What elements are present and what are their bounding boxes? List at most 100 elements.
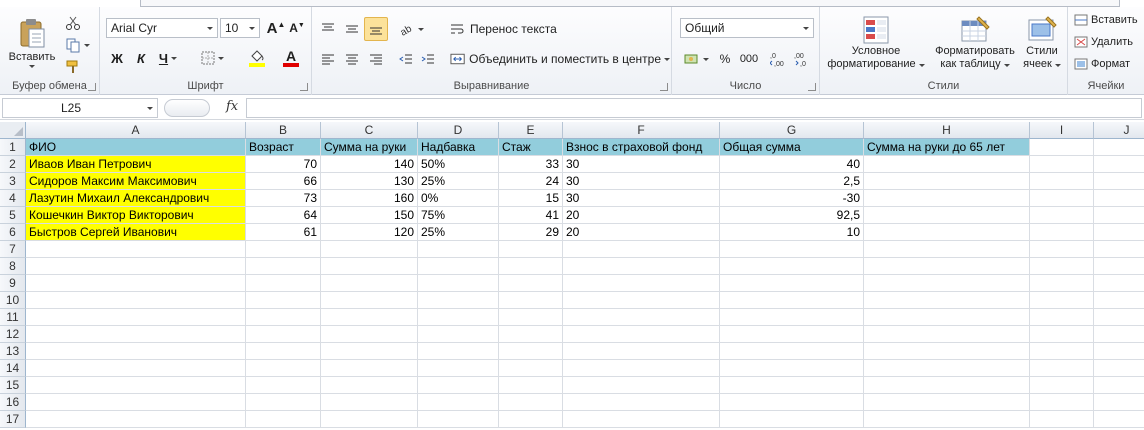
- formula-input[interactable]: [246, 98, 1142, 118]
- cell-a15[interactable]: [26, 377, 246, 394]
- column-header-c[interactable]: C: [321, 122, 418, 139]
- cell-b2[interactable]: 70: [246, 156, 321, 173]
- cell-i10[interactable]: [1030, 292, 1094, 309]
- percent-button[interactable]: %: [716, 49, 734, 69]
- cell-d6[interactable]: 25%: [418, 224, 499, 241]
- cell-i6[interactable]: [1030, 224, 1094, 241]
- cell-g2[interactable]: 40: [720, 156, 864, 173]
- cell-e1[interactable]: Стаж: [499, 139, 563, 156]
- row-header-14[interactable]: 14: [0, 360, 26, 377]
- align-right-button[interactable]: [366, 49, 386, 69]
- cell-a1[interactable]: ФИО: [26, 139, 246, 156]
- cell-j9[interactable]: [1094, 275, 1144, 292]
- cell-a4[interactable]: Лазутин Михаил Александрович: [26, 190, 246, 207]
- cell-f6[interactable]: 20: [563, 224, 720, 241]
- cell-b17[interactable]: [246, 411, 321, 428]
- cell-b5[interactable]: 64: [246, 207, 321, 224]
- cell-c13[interactable]: [321, 343, 418, 360]
- align-left-button[interactable]: [318, 49, 338, 69]
- cell-f7[interactable]: [563, 241, 720, 258]
- cell-g6[interactable]: 10: [720, 224, 864, 241]
- cell-g10[interactable]: [720, 292, 864, 309]
- grow-font-button[interactable]: A▲: [266, 19, 286, 37]
- cell-b8[interactable]: [246, 258, 321, 275]
- cell-i11[interactable]: [1030, 309, 1094, 326]
- cell-styles-button[interactable]: Стили ячеек: [1020, 11, 1064, 75]
- clipboard-launcher-icon[interactable]: [88, 83, 96, 91]
- row-header-16[interactable]: 16: [0, 394, 26, 411]
- conditional-formatting-button[interactable]: Условное форматирование: [822, 11, 930, 75]
- cell-f9[interactable]: [563, 275, 720, 292]
- font-name-select[interactable]: Arial Cyr: [106, 18, 218, 38]
- cell-b4[interactable]: 73: [246, 190, 321, 207]
- cell-c2[interactable]: 140: [321, 156, 418, 173]
- cell-h9[interactable]: [864, 275, 1030, 292]
- cell-d11[interactable]: [418, 309, 499, 326]
- cell-c4[interactable]: 160: [321, 190, 418, 207]
- cell-h7[interactable]: [864, 241, 1030, 258]
- cell-e12[interactable]: [499, 326, 563, 343]
- cell-j14[interactable]: [1094, 360, 1144, 377]
- cell-b16[interactable]: [246, 394, 321, 411]
- cell-g16[interactable]: [720, 394, 864, 411]
- cell-h1[interactable]: Сумма на руки до 65 лет: [864, 139, 1030, 156]
- cell-e10[interactable]: [499, 292, 563, 309]
- cell-c3[interactable]: 130: [321, 173, 418, 190]
- cell-c7[interactable]: [321, 241, 418, 258]
- cell-i14[interactable]: [1030, 360, 1094, 377]
- cell-a8[interactable]: [26, 258, 246, 275]
- cell-h12[interactable]: [864, 326, 1030, 343]
- cell-e8[interactable]: [499, 258, 563, 275]
- cell-e9[interactable]: [499, 275, 563, 292]
- cell-f15[interactable]: [563, 377, 720, 394]
- cell-i13[interactable]: [1030, 343, 1094, 360]
- cell-h6[interactable]: [864, 224, 1030, 241]
- cell-j1[interactable]: [1094, 139, 1144, 156]
- row-header-5[interactable]: 5: [0, 207, 26, 224]
- cell-c9[interactable]: [321, 275, 418, 292]
- cell-a7[interactable]: [26, 241, 246, 258]
- currency-format-button[interactable]: [680, 49, 712, 69]
- column-header-j[interactable]: J: [1094, 122, 1144, 139]
- cell-a5[interactable]: Кошечкин Виктор Викторович: [26, 207, 246, 224]
- row-header-4[interactable]: 4: [0, 190, 26, 207]
- row-header-11[interactable]: 11: [0, 309, 26, 326]
- cell-j13[interactable]: [1094, 343, 1144, 360]
- select-all-corner[interactable]: [0, 122, 26, 139]
- cell-d12[interactable]: [418, 326, 499, 343]
- cell-g13[interactable]: [720, 343, 864, 360]
- cell-c14[interactable]: [321, 360, 418, 377]
- cell-a11[interactable]: [26, 309, 246, 326]
- cell-h14[interactable]: [864, 360, 1030, 377]
- cell-a13[interactable]: [26, 343, 246, 360]
- cell-j2[interactable]: [1094, 156, 1144, 173]
- cell-e11[interactable]: [499, 309, 563, 326]
- cell-e2[interactable]: 33: [499, 156, 563, 173]
- cell-f1[interactable]: Взнос в страховой фонд: [563, 139, 720, 156]
- column-header-h[interactable]: H: [864, 122, 1030, 139]
- cell-d16[interactable]: [418, 394, 499, 411]
- cell-f17[interactable]: [563, 411, 720, 428]
- cell-j4[interactable]: [1094, 190, 1144, 207]
- cell-j5[interactable]: [1094, 207, 1144, 224]
- cell-b14[interactable]: [246, 360, 321, 377]
- cell-b11[interactable]: [246, 309, 321, 326]
- cell-g14[interactable]: [720, 360, 864, 377]
- cell-h2[interactable]: [864, 156, 1030, 173]
- cell-e7[interactable]: [499, 241, 563, 258]
- row-header-12[interactable]: 12: [0, 326, 26, 343]
- name-box[interactable]: L25: [2, 98, 158, 118]
- column-header-g[interactable]: G: [720, 122, 864, 139]
- cell-j7[interactable]: [1094, 241, 1144, 258]
- cell-b1[interactable]: Возраст: [246, 139, 321, 156]
- cell-f5[interactable]: 20: [563, 207, 720, 224]
- cell-d3[interactable]: 25%: [418, 173, 499, 190]
- cell-a3[interactable]: Сидоров Максим Максимович: [26, 173, 246, 190]
- row-header-7[interactable]: 7: [0, 241, 26, 258]
- underline-button[interactable]: Ч: [156, 49, 180, 67]
- cell-d9[interactable]: [418, 275, 499, 292]
- cell-b10[interactable]: [246, 292, 321, 309]
- cut-button[interactable]: [62, 13, 84, 33]
- font-color-button[interactable]: A: [276, 47, 306, 69]
- cell-a16[interactable]: [26, 394, 246, 411]
